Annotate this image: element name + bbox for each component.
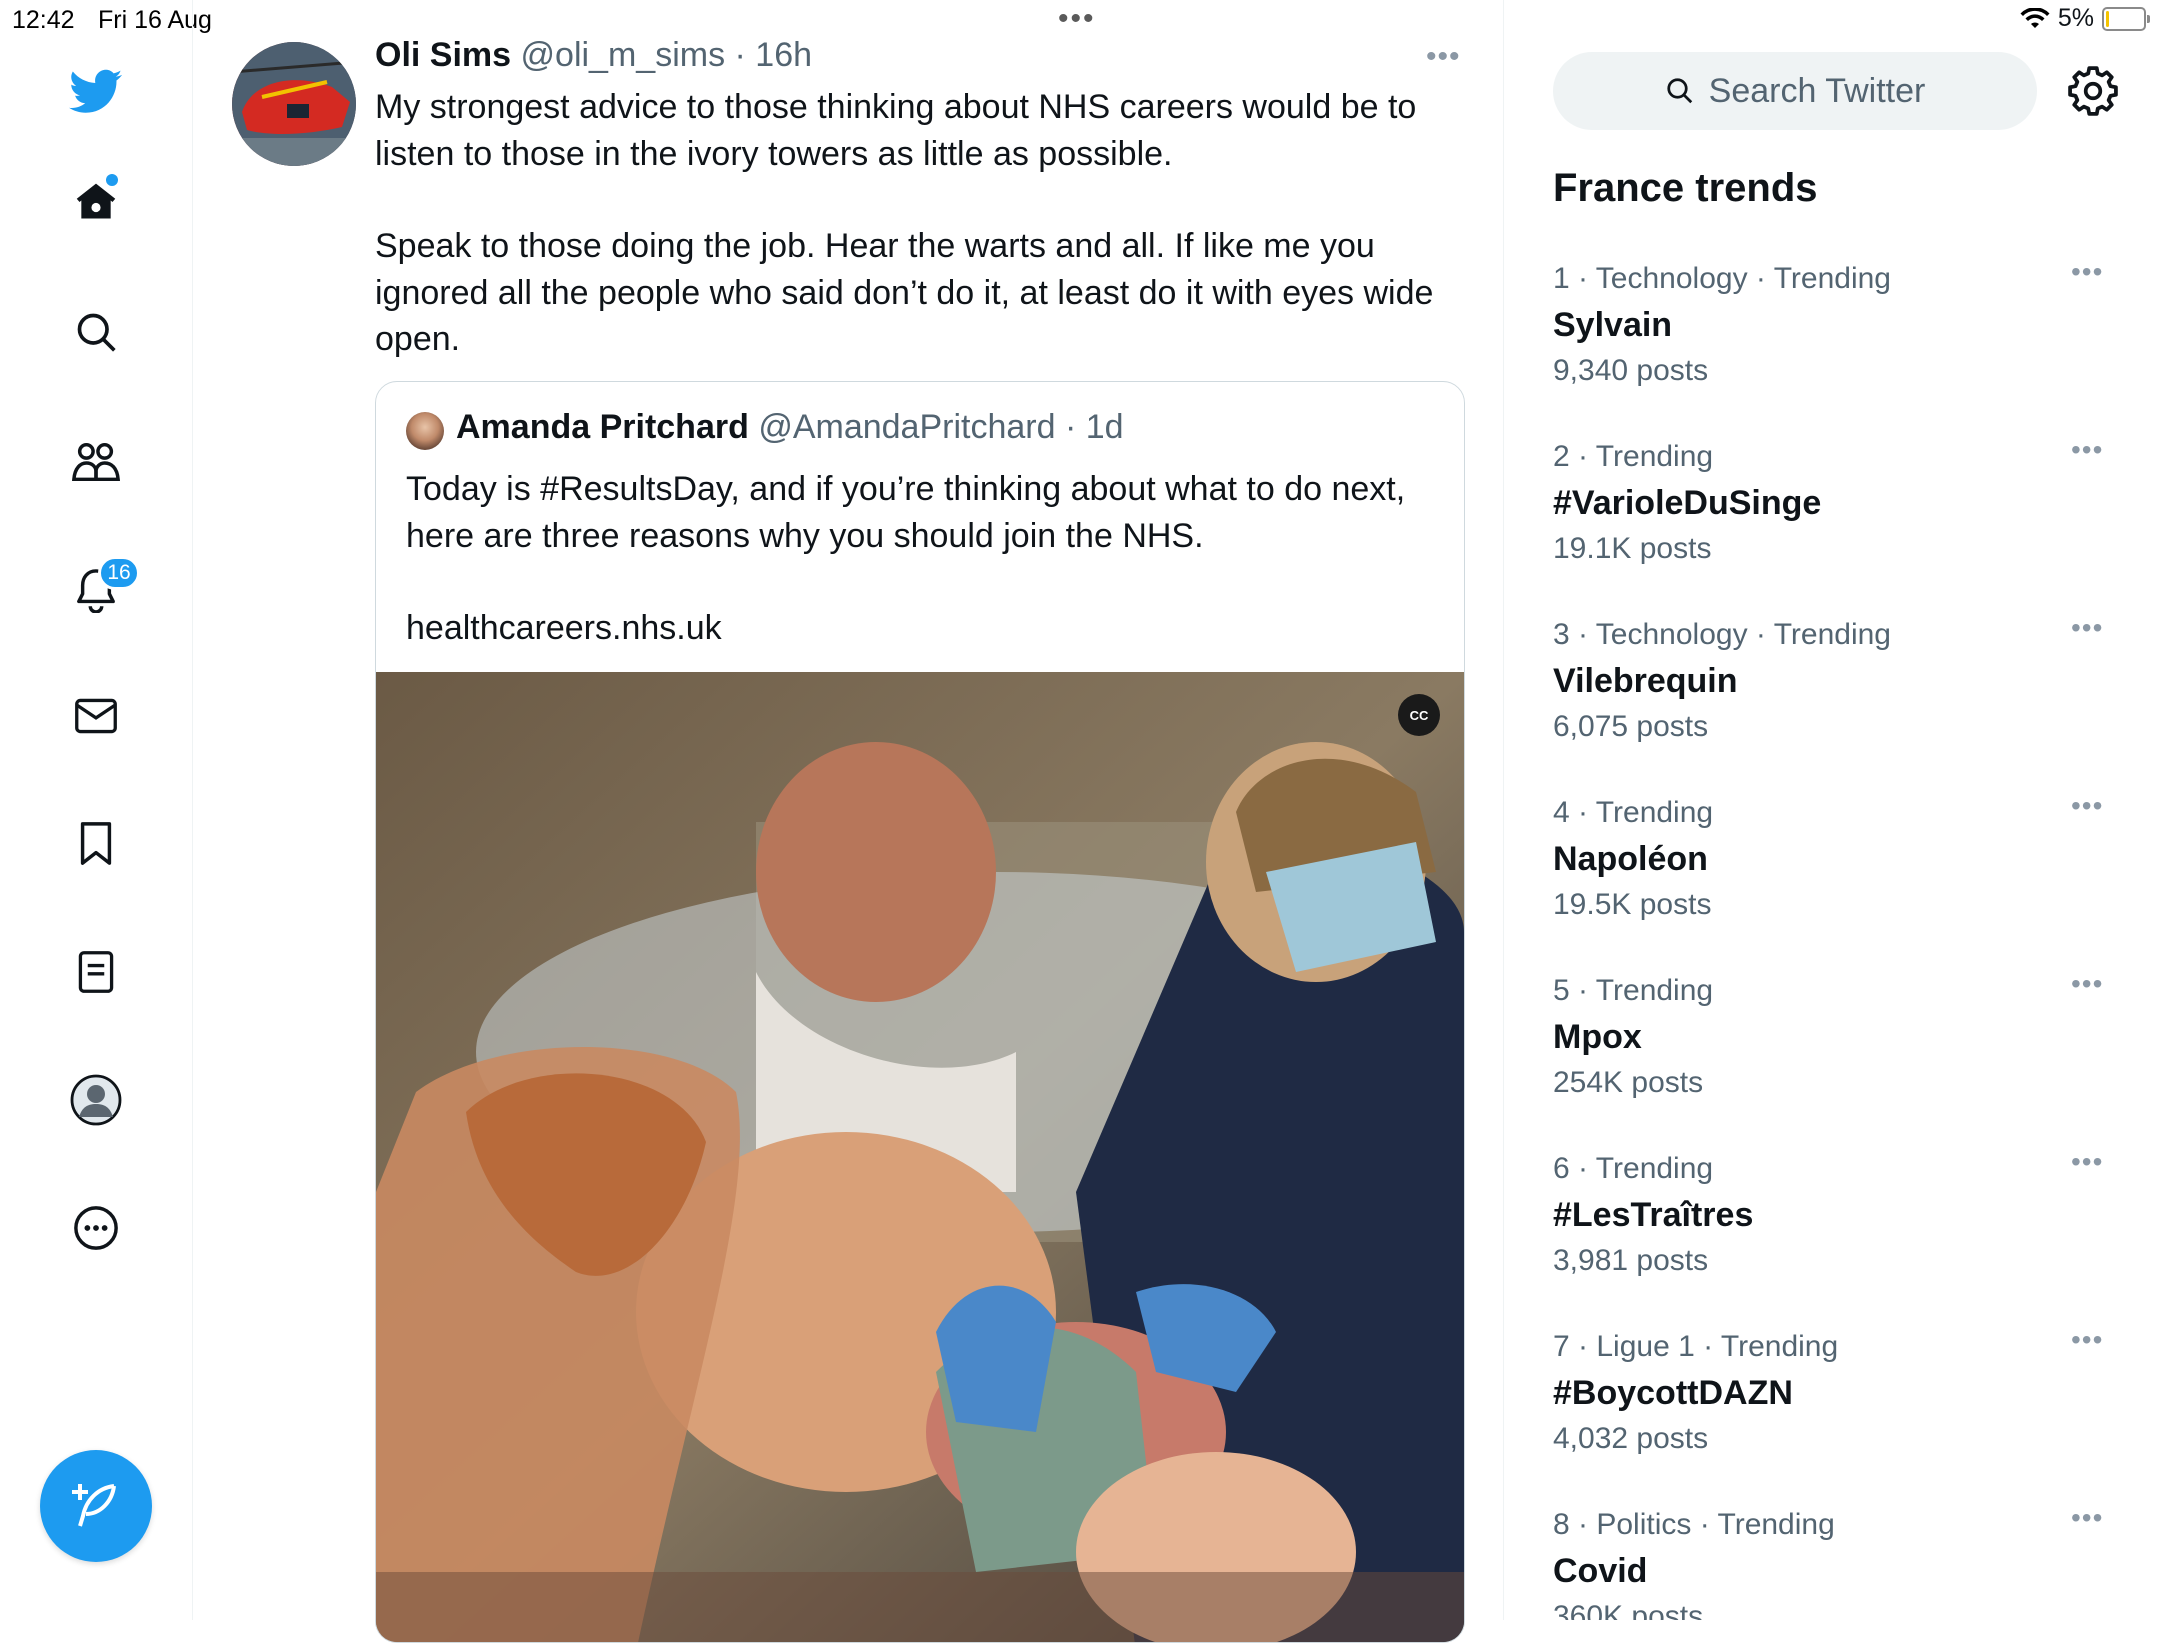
trend-meta: 6 · Trending	[1553, 1152, 1714, 1185]
trend-count: 360K posts	[1553, 1600, 1704, 1620]
trend-name[interactable]: Covid	[1553, 1552, 1647, 1591]
trend-count: 4,032 posts	[1553, 1422, 1709, 1455]
trend-name[interactable]: #VarioleDuSinge	[1553, 484, 1821, 523]
trend-more-icon[interactable]: •••	[2071, 612, 2103, 644]
profile-icon[interactable]	[70, 1074, 122, 1126]
trend-name[interactable]: #LesTraîtres	[1553, 1196, 1753, 1235]
tweet-text-para1: My strongest advice to those thinking ab…	[375, 88, 1417, 173]
search-twitter-field[interactable]: Search Twitter	[1553, 52, 2037, 130]
gear-icon[interactable]	[2068, 66, 2118, 116]
tweet-author-line[interactable]: Oli Sims @oli_m_sims · 16h	[375, 36, 812, 75]
trend-more-icon[interactable]: •••	[2071, 1146, 2103, 1178]
search-icon[interactable]	[70, 306, 122, 358]
search-placeholder: Search Twitter	[1708, 71, 1926, 110]
quote-author-meta: @AmandaPritchard · 1d	[758, 408, 1124, 446]
battery-percent: 5%	[2057, 4, 2094, 32]
trend-item[interactable]: 5 · Trending Mpox 254K posts •••	[1553, 968, 2113, 1134]
tweet-author-name[interactable]: Oli Sims	[375, 36, 511, 74]
search-field-icon	[1667, 78, 1692, 104]
quote-text-para1: Today is #ResultsDay, and if you’re thin…	[406, 470, 1406, 555]
bookmarks-icon[interactable]	[70, 818, 122, 870]
compose-button[interactable]	[40, 1450, 152, 1562]
trend-item[interactable]: 4 · Trending Napoléon 19.5K posts •••	[1553, 790, 2113, 956]
trend-name[interactable]: Sylvain	[1553, 306, 1672, 345]
tweet-text: My strongest advice to those thinking ab…	[375, 84, 1475, 409]
trend-more-icon[interactable]: •••	[2071, 1508, 2103, 1534]
trend-item[interactable]: 7 · Ligue 1 · Trending #BoycottDAZN 4,03…	[1553, 1324, 2113, 1490]
tweet-author-meta: @oli_m_sims · 16h	[520, 36, 813, 74]
trend-more-icon[interactable]: •••	[2071, 256, 2103, 288]
more-icon[interactable]	[70, 1202, 122, 1254]
quoted-tweet[interactable]: Amanda Pritchard @AmandaPritchard · 1d T…	[375, 381, 1465, 1643]
tweet-more-icon[interactable]: •••	[1426, 40, 1461, 74]
trend-count: 19.1K posts	[1553, 532, 1712, 565]
communities-icon[interactable]	[70, 436, 122, 488]
lists-icon[interactable]	[70, 946, 122, 998]
trend-count: 6,075 posts	[1553, 710, 1709, 743]
trend-name[interactable]: Napoléon	[1553, 840, 1708, 879]
quote-author-line: Amanda Pritchard @AmandaPritchard · 1d	[456, 408, 1124, 447]
trend-item[interactable]: 8 · Politics · Trending Covid 360K posts…	[1553, 1508, 2113, 1620]
notifications-badge: 16	[98, 556, 140, 590]
trend-count: 9,340 posts	[1553, 354, 1709, 387]
quote-text: Today is #ResultsDay, and if you’re thin…	[406, 466, 1436, 698]
trend-more-icon[interactable]: •••	[2071, 790, 2103, 822]
trend-item[interactable]: 2 · Trending #VarioleDuSinge 19.1K posts…	[1553, 434, 2113, 600]
quote-link[interactable]: healthcareers.nhs.uk	[406, 605, 1436, 652]
trend-meta: 7 · Ligue 1 · Trending	[1553, 1330, 1839, 1363]
trend-item[interactable]: 6 · Trending #LesTraîtres 3,981 posts ••…	[1553, 1146, 2113, 1312]
compose-icon	[72, 1484, 116, 1527]
author-avatar[interactable]	[232, 42, 356, 166]
trend-item[interactable]: 3 · Technology · Trending Vilebrequin 6,…	[1553, 612, 2113, 778]
trend-more-icon[interactable]: •••	[2071, 434, 2103, 466]
trend-meta: 1 · Technology · Trending	[1553, 262, 1891, 295]
home-unread-dot	[106, 174, 118, 186]
quote-author-name: Amanda Pritchard	[456, 408, 749, 446]
video-frame-image	[376, 672, 1464, 1642]
trend-more-icon[interactable]: •••	[2071, 1324, 2103, 1356]
twitter-logo-icon[interactable]	[68, 64, 124, 120]
trend-name[interactable]: Vilebrequin	[1553, 662, 1738, 701]
trend-meta: 3 · Technology · Trending	[1553, 618, 1891, 651]
wifi-icon	[2020, 7, 2050, 28]
trend-more-icon[interactable]: •••	[2071, 968, 2103, 1000]
trend-name[interactable]: Mpox	[1553, 1018, 1642, 1057]
status-right: 5%	[2020, 4, 2150, 33]
trends-title: France trends	[1553, 166, 1818, 210]
trend-count: 254K posts	[1553, 1066, 1704, 1099]
trend-name[interactable]: #BoycottDAZN	[1553, 1374, 1793, 1413]
messages-icon[interactable]	[70, 690, 122, 742]
tweet-text-para2: Speak to those doing the job. Hear the w…	[375, 227, 1434, 358]
closed-captions-icon[interactable]: CC	[1398, 694, 1440, 736]
trend-item[interactable]: 1 · Technology · Trending Sylvain 9,340 …	[1553, 256, 2113, 422]
trend-count: 3,981 posts	[1553, 1244, 1709, 1277]
left-nav	[0, 0, 193, 1620]
trend-meta: 8 · Politics · Trending	[1553, 1508, 1835, 1541]
battery-icon	[2102, 6, 2150, 31]
trend-meta: 4 · Trending	[1553, 796, 1714, 829]
quote-video[interactable]: CC	[376, 672, 1464, 1642]
trend-meta: 5 · Trending	[1553, 974, 1714, 1007]
trend-count: 19.5K posts	[1553, 888, 1712, 921]
trend-meta: 2 · Trending	[1553, 440, 1714, 473]
quote-author-avatar	[406, 412, 444, 450]
